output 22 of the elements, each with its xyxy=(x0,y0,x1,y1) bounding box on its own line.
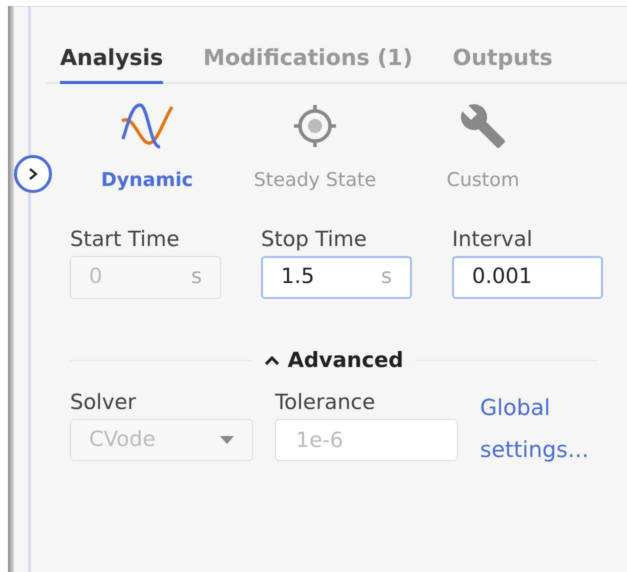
tab[interactable]: Analysis xyxy=(60,42,164,84)
mode-option[interactable]: Dynamic xyxy=(82,100,212,194)
chevron-up-icon xyxy=(264,355,280,366)
mode-option[interactable]: Steady State xyxy=(250,100,380,194)
advanced-toggle[interactable]: Advanced xyxy=(264,344,404,376)
field-label: Tolerance xyxy=(275,392,376,413)
chevron-right-icon xyxy=(27,167,39,181)
target-icon xyxy=(292,103,338,149)
field-label: Start Time xyxy=(70,228,180,250)
tab[interactable]: Outputs xyxy=(452,42,553,84)
wave-icon xyxy=(120,103,174,149)
field-label: Stop Time xyxy=(261,228,368,250)
global-settings-link[interactable]: Global settings... xyxy=(480,388,610,472)
field-label: Solver xyxy=(70,392,137,413)
tolerance-field[interactable]: 1e-6 xyxy=(275,419,458,461)
time-field[interactable]: 1.5 s xyxy=(261,256,412,298)
tab[interactable]: Modifications (1) xyxy=(203,42,413,84)
wrench-icon xyxy=(459,102,507,150)
field-label: Interval xyxy=(452,228,534,250)
time-field[interactable]: 0.001 xyxy=(452,256,603,298)
mode-option[interactable]: Custom xyxy=(418,100,548,194)
dropdown-arrow-icon xyxy=(220,436,234,444)
